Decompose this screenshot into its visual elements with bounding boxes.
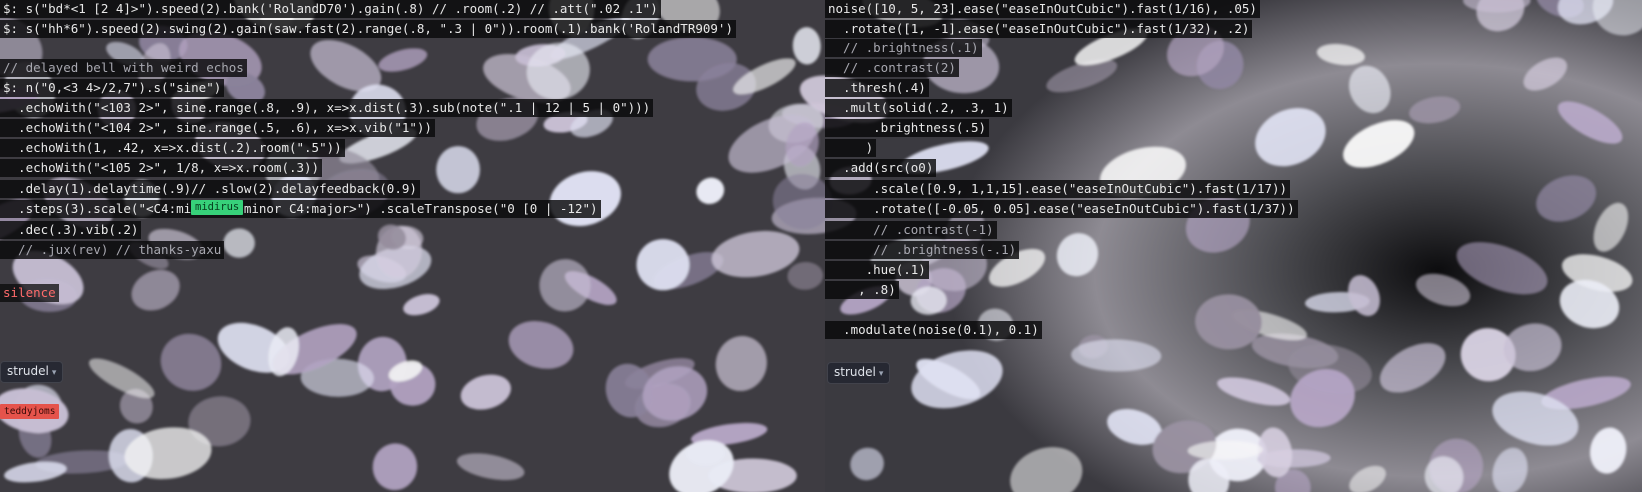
code-line[interactable]: // .contrast(-1) — [825, 221, 997, 239]
code-line[interactable]: $: s("bd*<1 [2 4]>").speed(2).bank('Rola… — [0, 0, 661, 18]
code-line[interactable]: , .8) — [825, 281, 899, 299]
code-line[interactable]: .add(src(o0) — [825, 159, 937, 177]
collaborator-cursor-tag: midirus — [191, 200, 244, 215]
strudel-repl-button[interactable]: strudel ▾ — [0, 361, 64, 383]
code-line[interactable]: .mult(solid(.2, .3, 1) — [825, 99, 1012, 117]
code-line[interactable]: .echoWith(1, .42, x=>x.dist(.2).room(".5… — [0, 139, 345, 157]
code-line[interactable]: .delay(1).delaytime(.9)// .slow(2).delay… — [0, 180, 420, 198]
code-line[interactable]: .dec(.3).vib(.2) — [0, 221, 142, 239]
left-editor-pane[interactable]: $: s("bd*<1 [2 4]>").speed(2).bank('Rola… — [0, 0, 825, 492]
right-editor-pane[interactable]: noise([10, 5, 23].ease("easeInOutCubic")… — [825, 0, 1642, 492]
code-line[interactable]: .steps(3).scale("<C4:minor C4:minor C4:m… — [0, 200, 601, 218]
code-line[interactable]: .echoWith("<103 2>", sine.range(.8, .9),… — [0, 99, 654, 117]
code-line[interactable]: noise([10, 5, 23].ease("easeInOutCubic")… — [825, 0, 1260, 18]
code-line[interactable]: .thresh(.4) — [825, 79, 929, 97]
code-line[interactable]: .hue(.1) — [825, 261, 929, 279]
status-text-silence: silence — [0, 284, 59, 302]
code-line[interactable]: .rotate([-0.05, 0.05].ease("easeInOutCub… — [825, 200, 1298, 218]
code-line[interactable]: $: s("hh*6").speed(2).swing(2).gain(saw.… — [0, 20, 736, 38]
code-line[interactable]: // delayed bell with weird echos — [0, 59, 247, 77]
code-line[interactable]: .rotate([1, -1].ease("easeInOutCubic").f… — [825, 20, 1253, 38]
chevron-down-icon: ▾ — [878, 369, 884, 379]
chevron-down-icon: ▾ — [51, 368, 57, 378]
code-line[interactable]: .brightness(.5) — [825, 119, 990, 137]
code-line[interactable]: .modulate(noise(0.1), 0.1) — [825, 321, 1042, 339]
strudel-repl-button[interactable]: strudel ▾ — [827, 362, 891, 384]
code-line[interactable]: .scale([0.9, 1,1,15].ease("easeInOutCubi… — [825, 180, 1291, 198]
code-line[interactable]: $: n("0,<3 4>/2,7").s("sine") — [0, 79, 225, 97]
code-line[interactable]: // .contrast(2) — [825, 59, 959, 77]
code-line[interactable]: ) — [825, 139, 877, 157]
code-line[interactable]: // .brightness(.1) — [825, 39, 982, 57]
code-line[interactable]: .echoWith("<105 2>", 1/8, x=>x.room(.3)) — [0, 159, 323, 177]
code-line[interactable]: // .jux(rev) // thanks-yaxu — [0, 241, 225, 259]
code-line[interactable]: // .brightness(-.1) — [825, 241, 1020, 259]
code-line[interactable]: .echoWith("<104 2>", sine.range(.5, .6),… — [0, 119, 435, 137]
repl-button-label: strudel — [834, 365, 876, 379]
collaborator-cursor-tag: teddyjoms — [0, 404, 60, 419]
repl-button-label: strudel — [7, 364, 49, 378]
